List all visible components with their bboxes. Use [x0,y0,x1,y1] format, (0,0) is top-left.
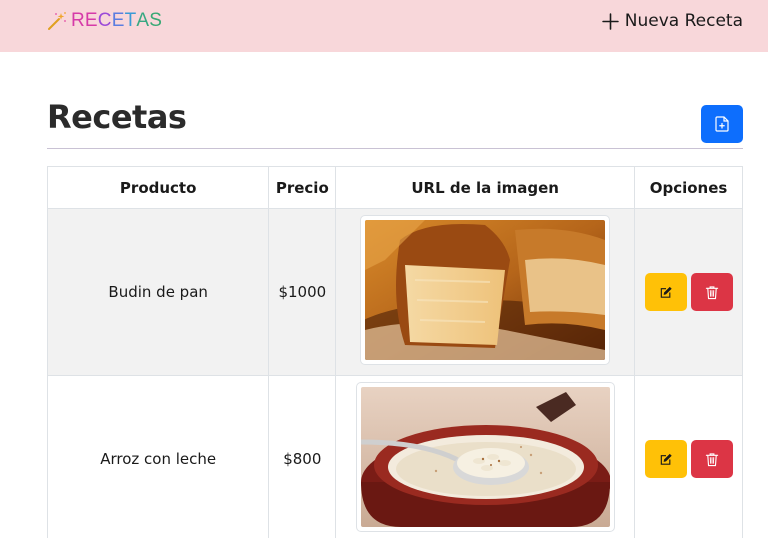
product-cell: Arroz con leche [46,375,270,538]
delete-button[interactable] [690,273,733,311]
file-plus-icon [715,116,729,132]
page-title: Recetas [47,98,187,136]
brand-letter: R [71,10,85,31]
brand-letter: T [124,10,137,31]
edit-button[interactable] [644,440,687,478]
trash-icon [705,452,718,466]
recipe-thumbnail [355,382,615,532]
recipe-thumbnail [360,215,611,365]
price-cell: $800 [268,375,337,538]
edit-button[interactable] [644,273,687,311]
table-row: Budin de pan $1000 [46,208,743,376]
budin-de-pan-photo [365,220,606,360]
new-recipe-link[interactable]: Nueva Receta [602,10,743,32]
table-header-row: Producto Precio URL de la imagen Opcione… [46,166,743,209]
price-cell: $1000 [268,208,337,376]
magic-wand-icon [48,12,66,30]
add-recipe-button[interactable] [701,105,743,143]
brand-letter: E [84,10,98,31]
delete-button[interactable] [690,440,733,478]
navbar: RECETAS Nueva Receta [0,0,768,52]
new-recipe-label: Nueva Receta [624,11,743,31]
brand-letter: E [111,10,125,31]
pencil-square-icon [660,286,672,298]
brand-letter: C [97,10,112,31]
image-cell [335,208,636,376]
brand-letter: A [136,10,150,31]
options-group [635,440,742,478]
table-row: Arroz con leche $800 [46,375,743,538]
image-cell [335,375,636,538]
title-divider [47,148,743,149]
options-cell [634,375,743,538]
plus-icon [602,12,619,30]
brand-letter: S [149,10,163,31]
trash-icon [705,285,718,299]
brand-link[interactable]: RECETAS [47,10,162,32]
options-cell [634,208,743,376]
header-producto: Producto [46,166,270,209]
product-cell: Budin de pan [46,208,270,376]
recipes-table: Producto Precio URL de la imagen Opcione… [46,166,743,538]
options-group [635,273,742,311]
header-opciones: Opciones [634,166,743,209]
pencil-square-icon [660,453,672,465]
arroz-con-leche-photo [360,387,610,527]
header-precio: Precio [268,166,337,209]
brand-name: RECETAS [71,10,162,32]
header-url-imagen: URL de la imagen [335,166,636,209]
